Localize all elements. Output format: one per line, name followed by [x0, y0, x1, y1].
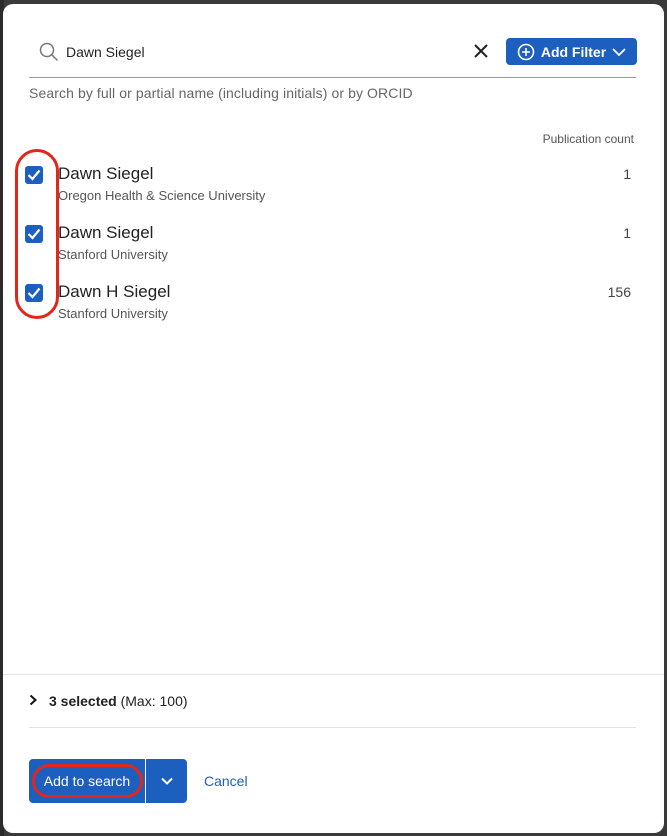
result-checkbox[interactable] [25, 225, 43, 243]
chevron-right-icon [29, 693, 37, 709]
cancel-button[interactable]: Cancel [204, 773, 248, 789]
result-publication-count: 1 [623, 225, 631, 241]
result-row[interactable]: Dawn H Siegel Stanford University 156 [25, 282, 631, 338]
selected-max: (Max: 100) [120, 693, 188, 709]
author-search-dialog: Add Filter Search by full or partial nam… [3, 4, 664, 833]
result-row[interactable]: Dawn Siegel Oregon Health & Science Univ… [25, 164, 631, 220]
add-to-search-options-button[interactable] [146, 759, 187, 803]
selected-count: 3 selected [49, 693, 117, 709]
footer-divider [29, 727, 636, 728]
search-bar: Add Filter [29, 32, 637, 78]
result-organization: Stanford University [58, 306, 168, 321]
result-checkbox[interactable] [25, 284, 43, 302]
result-row[interactable]: Dawn Siegel Stanford University 1 [25, 223, 631, 279]
plus-circle-icon [517, 43, 535, 61]
selected-summary-toggle[interactable]: 3 selected (Max: 100) [29, 693, 188, 709]
chevron-down-icon [612, 47, 626, 57]
footer-divider [3, 674, 664, 675]
search-hint: Search by full or partial name (includin… [29, 85, 413, 101]
result-name: Dawn Siegel [58, 223, 154, 242]
search-input[interactable] [66, 40, 426, 64]
search-icon [39, 42, 59, 62]
result-name: Dawn H Siegel [58, 282, 171, 301]
add-to-search-button[interactable]: Add to search [29, 759, 145, 803]
add-filter-button[interactable]: Add Filter [506, 38, 637, 65]
result-name: Dawn Siegel [58, 164, 154, 183]
result-checkbox[interactable] [25, 166, 43, 184]
close-icon[interactable] [472, 42, 490, 60]
result-publication-count: 156 [607, 284, 631, 300]
add-filter-label: Add Filter [540, 43, 607, 60]
result-organization: Stanford University [58, 247, 168, 262]
chevron-down-icon [146, 777, 187, 785]
result-publication-count: 1 [623, 166, 631, 182]
publication-count-header: Publication count [542, 132, 634, 146]
result-organization: Oregon Health & Science University [58, 188, 266, 203]
